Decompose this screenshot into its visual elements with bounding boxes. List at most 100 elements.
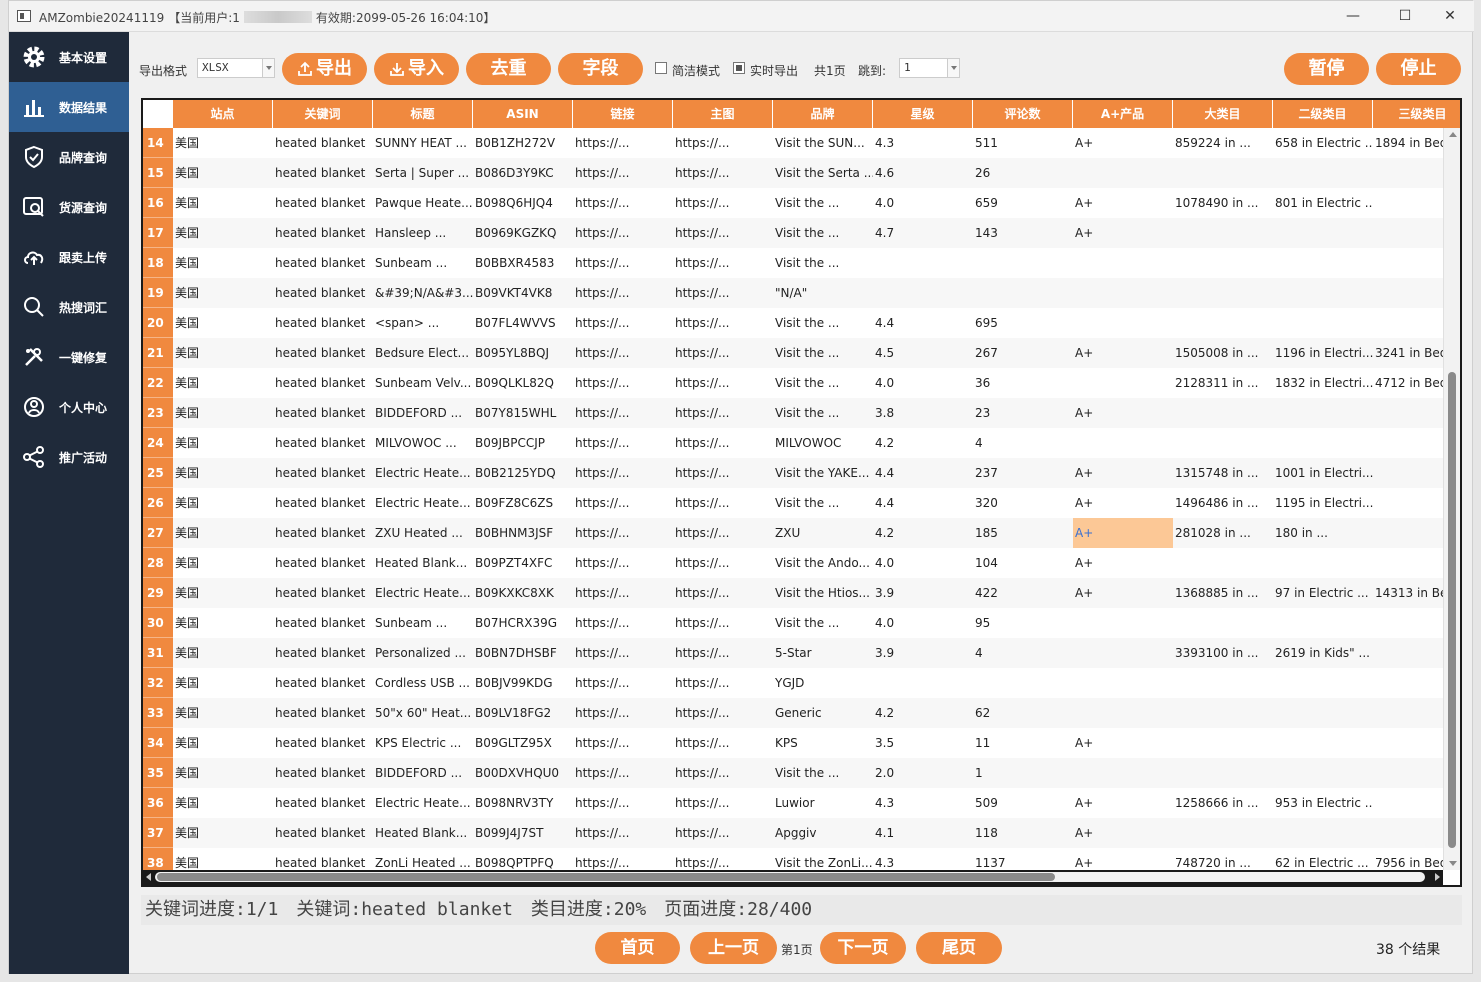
table-row[interactable]: 24 美国 heated blanket MILVOWOC ... B09JBPCCJP… — [143, 428, 1443, 458]
row-number[interactable]: 26 — [143, 488, 173, 518]
close-button[interactable]: ✕ — [1435, 6, 1465, 26]
table-cell[interactable]: 3.9 — [873, 578, 973, 608]
table-cell[interactable]: 美国 — [173, 548, 273, 578]
table-cell[interactable]: 1 — [973, 758, 1073, 788]
table-cell[interactable]: Cordless USB ... — [373, 668, 473, 698]
table-cell[interactable]: BIDDEFORD ... — [373, 398, 473, 428]
table-cell[interactable] — [873, 278, 973, 308]
table-cell[interactable] — [1273, 398, 1373, 428]
table-cell[interactable]: A+ — [1073, 818, 1173, 848]
table-cell[interactable]: 4.5 — [873, 338, 973, 368]
table-row[interactable]: 23 美国 heated blanket BIDDEFORD ... B07Y815WH… — [143, 398, 1443, 428]
table-cell[interactable]: 50"x 60" Heat... — [373, 698, 473, 728]
table-cell[interactable]: 美国 — [173, 398, 273, 428]
row-number[interactable]: 29 — [143, 578, 173, 608]
table-cell[interactable] — [1273, 728, 1373, 758]
table-cell[interactable]: Heated Blank... — [373, 548, 473, 578]
table-cell[interactable]: 美国 — [173, 128, 273, 158]
table-cell[interactable]: heated blanket — [273, 758, 373, 788]
column-header[interactable]: 品牌 — [773, 100, 873, 128]
table-cell[interactable] — [1273, 278, 1373, 308]
table-cell[interactable]: heated blanket — [273, 848, 373, 870]
table-cell[interactable]: Bedsure Elect... — [373, 338, 473, 368]
table-cell[interactable]: heated blanket — [273, 398, 373, 428]
table-cell[interactable]: B00DXVHQU0 — [473, 758, 573, 788]
table-cell[interactable]: B095YL8BQJ — [473, 338, 573, 368]
table-cell[interactable]: https://... — [573, 698, 673, 728]
table-cell[interactable]: Visit the ... — [773, 368, 873, 398]
table-cell[interactable]: 3393100 in ... — [1173, 638, 1273, 668]
table-row[interactable]: 31 美国 heated blanket Personalized ... B0BN7D… — [143, 638, 1443, 668]
table-cell[interactable]: B086D3Y9KC — [473, 158, 573, 188]
table-cell[interactable] — [1073, 698, 1173, 728]
table-cell[interactable] — [973, 668, 1073, 698]
table-cell[interactable] — [1273, 428, 1373, 458]
column-header[interactable]: 大类目 — [1173, 100, 1273, 128]
table-row[interactable]: 28 美国 heated blanket Heated Blank... B09PZT4… — [143, 548, 1443, 578]
table-cell[interactable]: https://... — [673, 398, 773, 428]
table-cell[interactable] — [1273, 608, 1373, 638]
sidebar-item-source-query[interactable]: 货源查询 — [9, 182, 129, 232]
table-cell[interactable]: B0BN7DHSBF — [473, 638, 573, 668]
table-cell[interactable]: Electric Heate... — [373, 578, 473, 608]
table-cell[interactable] — [1173, 308, 1273, 338]
table-cell[interactable] — [1173, 398, 1273, 428]
vertical-scrollbar[interactable] — [1443, 128, 1460, 870]
table-cell[interactable]: 695 — [973, 308, 1073, 338]
table-cell[interactable]: 1078490 in ... — [1173, 188, 1273, 218]
table-cell[interactable] — [1273, 158, 1373, 188]
table-cell[interactable]: KPS Electric ... — [373, 728, 473, 758]
table-cell[interactable]: 4 — [973, 428, 1073, 458]
table-cell[interactable]: <span> ... — [373, 308, 473, 338]
row-number[interactable]: 23 — [143, 398, 173, 428]
table-cell[interactable]: 1496486 in ... — [1173, 488, 1273, 518]
table-cell[interactable] — [1173, 728, 1273, 758]
table-cell[interactable]: 659 — [973, 188, 1073, 218]
table-cell[interactable]: heated blanket — [273, 188, 373, 218]
table-cell[interactable] — [1373, 158, 1443, 188]
table-cell[interactable]: 267 — [973, 338, 1073, 368]
table-cell[interactable] — [1373, 638, 1443, 668]
table-cell[interactable]: https://... — [673, 128, 773, 158]
table-cell[interactable]: https://... — [673, 668, 773, 698]
table-cell[interactable]: heated blanket — [273, 368, 373, 398]
table-cell[interactable]: KPS — [773, 728, 873, 758]
first-page-button[interactable]: 首页 — [595, 932, 680, 964]
table-cell[interactable]: 美国 — [173, 218, 273, 248]
stop-button[interactable]: 停止 — [1376, 53, 1461, 85]
table-cell[interactable] — [873, 668, 973, 698]
table-cell[interactable]: 953 in Electric ... — [1273, 788, 1373, 818]
table-cell[interactable]: https://... — [673, 338, 773, 368]
table-cell[interactable] — [1373, 308, 1443, 338]
table-cell[interactable]: https://... — [573, 158, 673, 188]
table-cell[interactable]: https://... — [573, 848, 673, 870]
horizontal-scrollbar[interactable] — [143, 870, 1443, 885]
table-cell[interactable]: 4.2 — [873, 428, 973, 458]
table-cell[interactable] — [1373, 488, 1443, 518]
table-cell[interactable]: B09FZ8C6ZS — [473, 488, 573, 518]
table-cell[interactable]: 62 — [973, 698, 1073, 728]
table-cell[interactable]: 511 — [973, 128, 1073, 158]
table-cell[interactable]: MILVOWOC ... — [373, 428, 473, 458]
table-cell[interactable]: 1315748 in ... — [1173, 458, 1273, 488]
row-number[interactable]: 32 — [143, 668, 173, 698]
scroll-down-icon[interactable] — [1449, 861, 1457, 866]
table-cell[interactable]: 美国 — [173, 338, 273, 368]
table-cell[interactable]: https://... — [573, 428, 673, 458]
table-cell[interactable]: 4.2 — [873, 698, 973, 728]
table-cell[interactable]: Visit the ... — [773, 758, 873, 788]
table-cell[interactable]: heated blanket — [273, 458, 373, 488]
table-cell[interactable]: heated blanket — [273, 818, 373, 848]
table-cell[interactable]: https://... — [673, 278, 773, 308]
table-cell[interactable]: 801 in Electric ... — [1273, 188, 1373, 218]
table-cell[interactable] — [1273, 218, 1373, 248]
table-cell[interactable]: heated blanket — [273, 338, 373, 368]
table-row[interactable]: 22 美国 heated blanket Sunbeam Velv... B09QLKL… — [143, 368, 1443, 398]
table-cell[interactable]: 97 in Electric ... — [1273, 578, 1373, 608]
column-header[interactable]: 标题 — [373, 100, 473, 128]
horizontal-scroll-thumb[interactable] — [157, 873, 1055, 881]
table-cell[interactable]: https://... — [573, 248, 673, 278]
table-cell[interactable] — [1273, 758, 1373, 788]
table-cell[interactable] — [873, 248, 973, 278]
table-cell[interactable]: Visit the ZonLi... — [773, 848, 873, 870]
